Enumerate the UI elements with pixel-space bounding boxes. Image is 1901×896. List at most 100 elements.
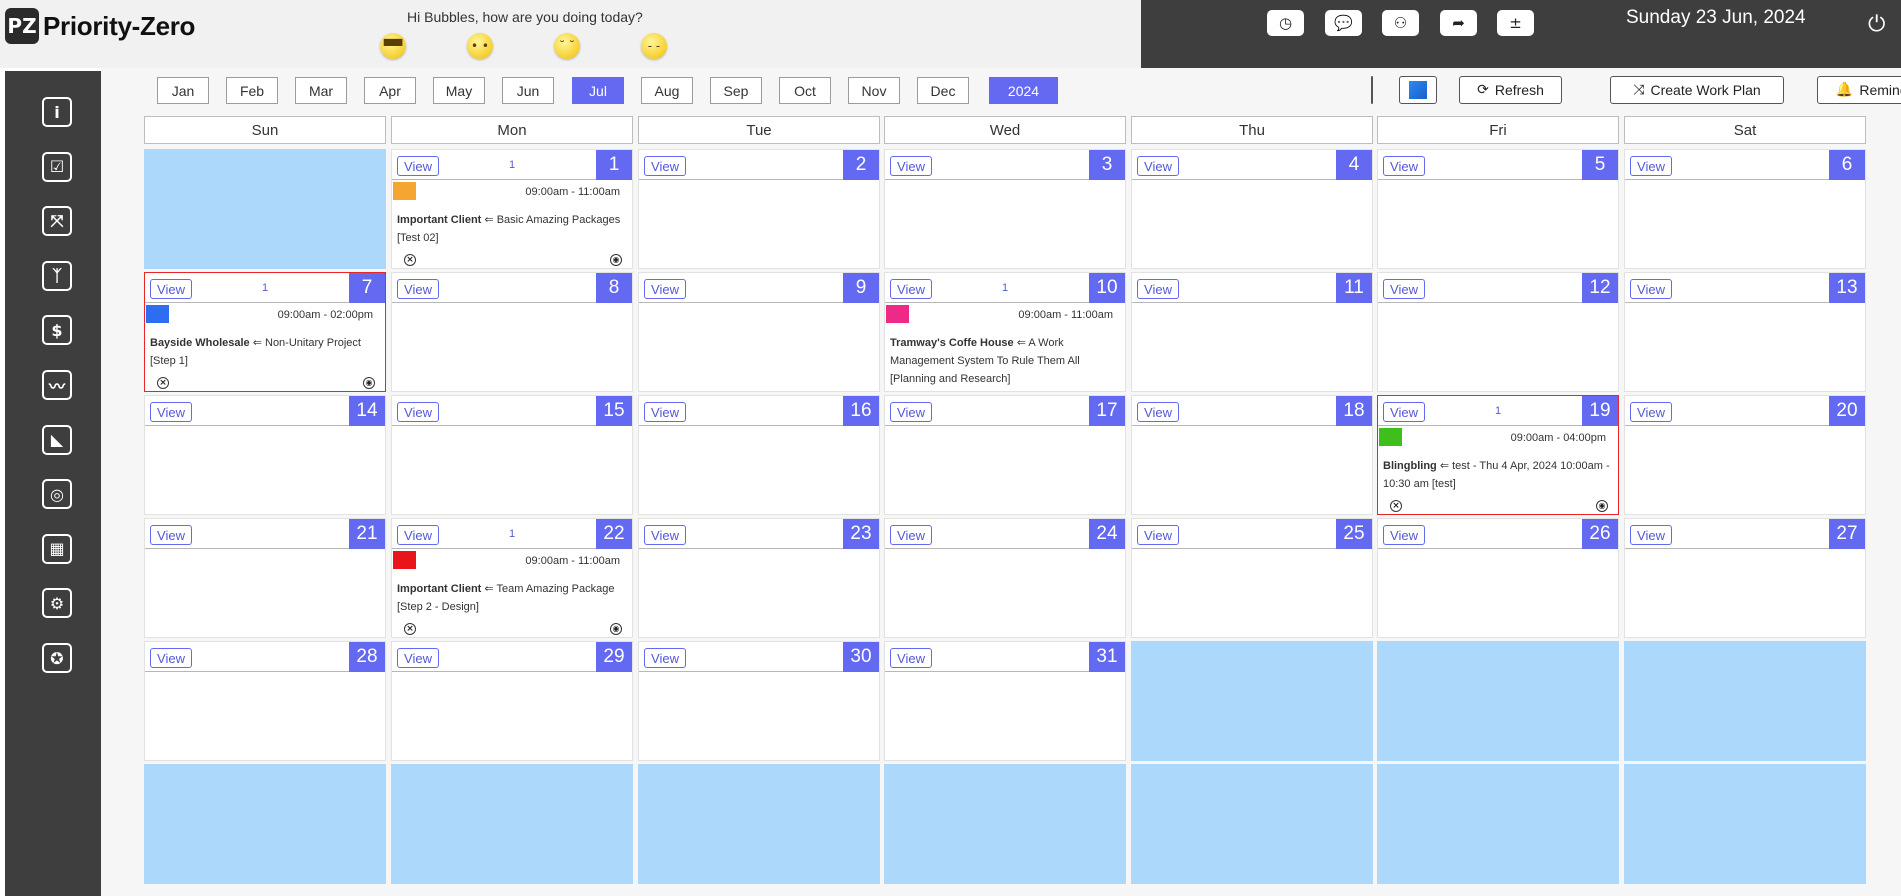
month-feb[interactable]: Feb — [226, 77, 278, 104]
power-logout-icon[interactable]: ⏻ — [1868, 12, 1890, 38]
clock-icon[interactable]: ◷ — [1267, 10, 1304, 36]
windows-view-button[interactable] — [1399, 76, 1437, 104]
event-description[interactable]: Tramway's Coffe House ⇐ A Work Managemen… — [890, 334, 1122, 388]
view-day-button[interactable]: View — [644, 525, 686, 545]
view-day-button[interactable]: View — [1137, 402, 1179, 422]
month-apr[interactable]: Apr — [364, 77, 416, 104]
view-day-button[interactable]: View — [890, 402, 932, 422]
sidebar-dollar-icon[interactable]: $ — [42, 315, 72, 346]
eye-icon[interactable]: ◉ — [363, 377, 375, 389]
calendar-day-30: View 30 — [638, 641, 880, 761]
close-icon[interactable]: × — [157, 377, 169, 389]
view-day-button[interactable]: View — [397, 648, 439, 668]
view-day-button[interactable]: View — [644, 648, 686, 668]
team-icon[interactable]: ⚇ — [1382, 10, 1419, 36]
month-dec[interactable]: Dec — [917, 77, 969, 104]
reminder-button[interactable]: 🔔 Reminder — [1817, 76, 1901, 104]
event-client: Bayside Wholesale — [150, 337, 250, 349]
month-aug[interactable]: Aug — [641, 77, 693, 104]
view-day-button[interactable]: View — [397, 402, 439, 422]
sidebar-chart-line-icon[interactable]: 〰 — [42, 370, 72, 400]
close-icon[interactable]: × — [404, 623, 416, 635]
event-description[interactable]: Blingbling ⇐ test - Thu 4 Apr, 2024 10:0… — [1383, 457, 1615, 493]
view-day-button[interactable]: View — [644, 279, 686, 299]
day-header-fri: Fri — [1377, 116, 1619, 144]
sidebar-settings-gear-icon[interactable]: ⚙ — [42, 588, 72, 619]
month-sep[interactable]: Sep — [710, 77, 762, 104]
eye-icon[interactable]: ◉ — [610, 623, 622, 635]
sidebar-workflow-icon[interactable]: ⤧ — [42, 206, 72, 237]
calculator-icon[interactable]: ± — [1497, 10, 1534, 36]
sad-face-icon[interactable]: ˘ ˘ — [554, 33, 580, 59]
sidebar-modules-icon[interactable]: ▦ — [42, 533, 72, 564]
chat-bubble-icon[interactable]: 💬 — [1325, 10, 1362, 36]
view-day-button[interactable]: View — [890, 525, 932, 545]
day-cell-header: View 30 — [639, 642, 879, 672]
event-description[interactable]: Important Client ⇐ Team Amazing Package … — [397, 580, 629, 616]
view-day-button[interactable]: View — [1630, 402, 1672, 422]
month-nov[interactable]: Nov — [848, 77, 900, 104]
day-cell-header: View 23 — [639, 519, 879, 549]
event-description[interactable]: Bayside Wholesale ⇐ Non-Unitary Project … — [150, 334, 382, 370]
view-day-button[interactable]: View — [397, 279, 439, 299]
create-work-plan-button[interactable]: ⤨ Create Work Plan — [1610, 76, 1784, 104]
event-color-swatch — [393, 182, 416, 200]
day-number: 15 — [596, 396, 632, 426]
view-day-button[interactable]: View — [1630, 525, 1672, 545]
view-day-button[interactable]: View — [890, 156, 932, 176]
eye-icon[interactable]: ◉ — [1596, 500, 1608, 512]
day-number: 25 — [1336, 519, 1372, 549]
event-time: 09:00am - 04:00pm — [1510, 432, 1606, 444]
view-day-button[interactable]: View — [644, 402, 686, 422]
view-day-button[interactable]: View — [1137, 156, 1179, 176]
share-arrow-icon[interactable]: ➦ — [1440, 10, 1477, 36]
app-logo[interactable]: PZ Priority-Zero — [5, 8, 195, 44]
view-day-button[interactable]: View — [1137, 279, 1179, 299]
calendar-cell-empty — [1624, 641, 1866, 761]
cool-face-icon[interactable]: ▀▀ — [380, 33, 406, 59]
day-header-sun: Sun — [144, 116, 386, 144]
day-cell-header: View 8 — [392, 273, 632, 303]
month-may[interactable]: May — [433, 77, 485, 104]
month-mar[interactable]: Mar — [295, 77, 347, 104]
view-day-button[interactable]: View — [1383, 156, 1425, 176]
day-cell-header: View 18 — [1132, 396, 1372, 426]
header-greeting-area: PZ Priority-Zero Hi Bubbles, how are you… — [0, 0, 1141, 68]
month-jun[interactable]: Jun — [502, 77, 554, 104]
year-button[interactable]: 2024 — [989, 77, 1058, 104]
month-jan[interactable]: Jan — [157, 77, 209, 104]
view-day-button[interactable]: View — [644, 156, 686, 176]
view-day-button[interactable]: View — [1137, 525, 1179, 545]
sidebar-badge-icon[interactable]: ✪ — [42, 643, 72, 673]
sleepy-face-icon[interactable]: - - — [641, 33, 667, 59]
eye-icon[interactable]: ◉ — [610, 254, 622, 266]
sidebar-megaphone-icon[interactable]: ◣ — [42, 424, 72, 455]
close-icon[interactable]: × — [404, 254, 416, 266]
day-number: 10 — [1089, 273, 1125, 303]
sidebar-checklist-icon[interactable]: ☑ — [42, 151, 72, 182]
month-oct[interactable]: Oct — [779, 77, 831, 104]
calendar-day-5: View 5 — [1377, 149, 1619, 269]
worried-face-icon[interactable]: • • — [467, 33, 493, 59]
bell-icon: 🔔 — [1835, 82, 1854, 98]
view-day-button[interactable]: View — [150, 525, 192, 545]
event-description[interactable]: Important Client ⇐ Basic Amazing Package… — [397, 211, 629, 247]
calendar-day-20: View 20 — [1624, 395, 1866, 515]
calendar-day-9: View 9 — [638, 272, 880, 392]
event-arrow: ⇐ — [249, 337, 265, 349]
sidebar-target-icon[interactable]: ◎ — [42, 479, 72, 510]
refresh-button[interactable]: ⟳ Refresh — [1459, 76, 1562, 104]
view-day-button[interactable]: View — [1383, 525, 1425, 545]
view-day-button[interactable]: View — [890, 648, 932, 668]
day-number: 20 — [1829, 396, 1865, 426]
sidebar-info-icon[interactable]: i — [42, 97, 72, 127]
view-day-button[interactable]: View — [1630, 156, 1672, 176]
sidebar-people-icon[interactable]: ᛉ — [42, 260, 72, 291]
view-day-button[interactable]: View — [1630, 279, 1672, 299]
view-day-button[interactable]: View — [150, 648, 192, 668]
view-day-button[interactable]: View — [150, 402, 192, 422]
month-jul[interactable]: Jul — [572, 77, 624, 104]
close-icon[interactable]: × — [1390, 500, 1402, 512]
view-day-button[interactable]: View — [1383, 279, 1425, 299]
event-step: [Test 02] — [397, 232, 439, 244]
